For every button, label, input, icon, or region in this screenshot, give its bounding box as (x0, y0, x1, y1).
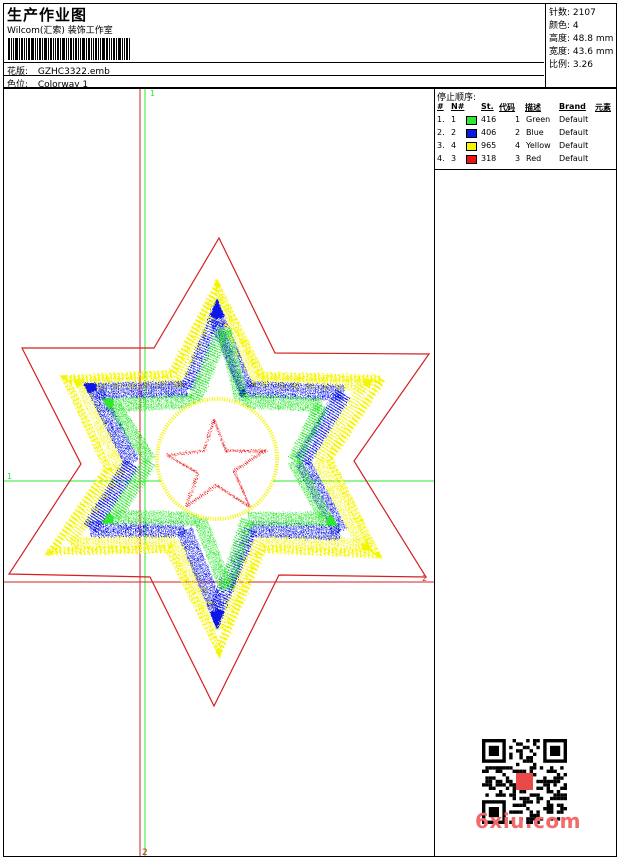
page-title: 生产作业图 (7, 6, 88, 24)
color-swatch (466, 129, 477, 138)
legend-order: 1. (437, 115, 445, 124)
legend-desc: Blue (526, 128, 544, 137)
stat-label: 针数: (549, 8, 571, 18)
legend-header: Brand (559, 102, 586, 111)
legend-header: # (437, 102, 444, 111)
header-info: 生产作业图 Wilcom(汇索) 装饰工作室 花版: GZHC3322.emb … (4, 4, 544, 90)
legend-brand: Default (559, 128, 589, 137)
legend-n: 3 (451, 154, 457, 163)
divider (4, 75, 544, 76)
stat-label: 高度: (549, 34, 571, 44)
stat-value: 4 (572, 21, 579, 31)
stat-label: 宽度: (549, 47, 571, 57)
stat-stitches: 针数: 2107 (549, 5, 596, 18)
stat-value: 43.6 mm (572, 47, 614, 57)
color-swatch (466, 116, 477, 125)
legend-header: 描述 (525, 103, 541, 112)
legend-code: 4 (515, 141, 521, 150)
stat-value: 3.26 (572, 60, 593, 70)
stat-value: 2107 (572, 8, 596, 18)
legend-n: 4 (451, 141, 457, 150)
legend-stitches: 965 (481, 141, 497, 150)
legend-stitches: 406 (481, 128, 497, 137)
legend-brand: Default (559, 154, 589, 163)
axis-mark-top: 1 (150, 89, 155, 98)
legend-stitches: 416 (481, 115, 497, 124)
stat-colors: 颜色: 4 (549, 18, 579, 31)
legend-code: 1 (515, 115, 521, 124)
legend-brand: Default (559, 141, 589, 150)
legend-stitches: 318 (481, 154, 497, 163)
barcode (8, 38, 154, 60)
stat-scale: 比例: 3.26 (549, 57, 593, 70)
legend-n: 1 (451, 115, 457, 124)
legend-header: St. (481, 102, 494, 111)
embroidery-canvas: 1 1 2 2 (4, 89, 434, 858)
color-swatch (466, 155, 477, 164)
legend-order: 2. (437, 128, 445, 137)
divider (4, 62, 544, 63)
legend-header: 元素 (595, 103, 611, 112)
stat-label: 比例: (549, 60, 571, 70)
legend-n: 2 (451, 128, 457, 137)
legend-brand: Default (559, 115, 589, 124)
header-panel: 生产作业图 Wilcom(汇索) 装饰工作室 花版: GZHC3322.emb … (3, 3, 619, 90)
legend-order: 4. (437, 154, 445, 163)
watermark-logo: 6xiu.com (475, 809, 581, 833)
side-panel: 6xiu.com (434, 169, 617, 857)
stat-height: 高度: 48.8 mm (549, 31, 613, 44)
stat-label: 颜色: (549, 21, 571, 31)
stat-value: 48.8 mm (572, 34, 614, 44)
axis-mark-bottom: 2 (142, 848, 148, 856)
legend-desc: Red (526, 154, 542, 163)
axis-mark-left: 1 (7, 472, 12, 481)
color-swatch (466, 142, 477, 151)
stat-width: 宽度: 43.6 mm (549, 44, 613, 57)
studio-name: Wilcom(汇索) 装饰工作室 (7, 26, 113, 36)
legend-desc: Green (526, 115, 551, 124)
legend-order: 3. (437, 141, 445, 150)
legend-header: N# (451, 102, 465, 111)
stats-panel: 针数: 2107 颜色: 4 高度: 48.8 mm 宽度: 43.6 mm 比… (545, 4, 619, 89)
axis-mark-right: 2 (422, 574, 427, 583)
legend-header: 代码 (499, 103, 515, 112)
legend-code: 2 (515, 128, 521, 137)
design-preview: 1 1 2 2 (3, 88, 435, 858)
legend-desc: Yellow (526, 141, 551, 150)
legend-code: 3 (515, 154, 521, 163)
stop-sequence-legend: 停止顺序: # N# St. 代码 描述 Brand 元素 1. 1 416 1 Gre… (434, 88, 617, 170)
